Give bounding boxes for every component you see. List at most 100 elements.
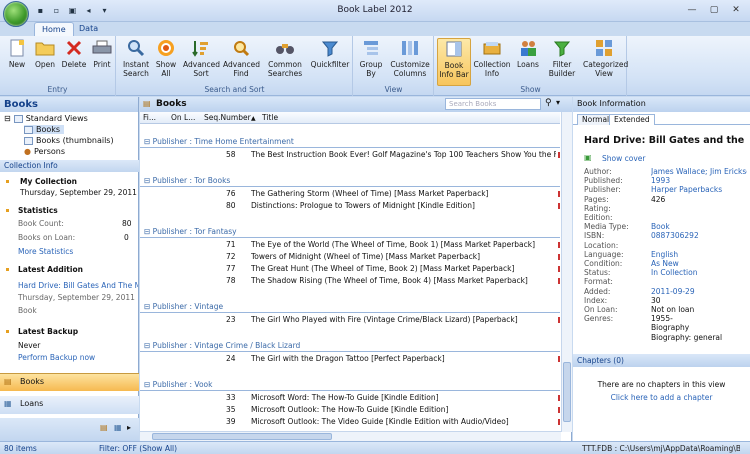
search-dropdown-icon[interactable]: ▾ (556, 98, 560, 107)
cover-icon: ▣ (584, 153, 592, 162)
show-cover-link[interactable]: Show cover (602, 154, 645, 163)
table-row[interactable]: 24 The Girl with the Dragon Tattoo [Perfe… (140, 354, 560, 365)
filter-builder-button[interactable]: Filter Builder (543, 38, 581, 86)
seq-number-cell: 23 (226, 315, 236, 324)
field-label: Publisher: (584, 185, 621, 195)
table-row[interactable]: 72 Towers of Midnight (Wheel of Time) [Ma… (140, 252, 560, 263)
status-bar: 80 items Filter: OFF (Show All) TTT.FDB … (0, 441, 750, 454)
table-row[interactable]: 80 Distinctions: Prologue to Towers of Mi… (140, 201, 560, 212)
nav-loans[interactable]: ▦ Loans (0, 396, 139, 414)
delete-button[interactable]: Delete (60, 38, 88, 86)
customize-columns-button[interactable]: Customize Columns (388, 38, 432, 86)
column-header-on-loan[interactable]: On L... (171, 113, 195, 122)
collapse-icon[interactable]: ⊟ (144, 380, 153, 389)
table-row[interactable]: 33 Microsoft Word: The How-To Guide [Kind… (140, 393, 560, 404)
tab-extended[interactable]: Extended (609, 114, 655, 125)
table-row[interactable]: 76 The Gathering Storm (Wheel of Time) [M… (140, 189, 560, 200)
group-entry: New Open Delete Print Entry (0, 36, 116, 96)
table-row[interactable]: 71 The Eye of the World (The Wheel of Tim… (140, 240, 560, 251)
collection-info-button[interactable]: Collection Info (473, 38, 511, 86)
open-button[interactable]: Open (32, 38, 58, 86)
field-value[interactable]: As New (651, 259, 679, 268)
quickfilter-button[interactable]: Quickfilter (309, 38, 351, 86)
tree-books[interactable]: Books (24, 125, 65, 134)
more-statistics-link[interactable]: More Statistics (18, 247, 73, 256)
tree-books-thumbnails[interactable]: Books (thumbnails) (24, 136, 114, 145)
categorized-view-button[interactable]: Categorized View (583, 38, 628, 86)
minimize-icon[interactable]: — (682, 2, 702, 17)
horizontal-scrollbar[interactable] (140, 431, 561, 441)
book-info-icon (443, 39, 465, 59)
field-value[interactable]: James Wallace; Jim Erickson (651, 167, 747, 176)
new-button[interactable]: New (4, 38, 30, 86)
field-value[interactable]: In Collection (651, 268, 697, 277)
field-value: Biography: general (651, 332, 723, 342)
field-value[interactable]: English (651, 250, 678, 259)
title-cell: Distinctions: Prologue to Towers of Midn… (251, 201, 475, 210)
tree-persons[interactable]: ● Persons (24, 147, 65, 156)
find-icon (230, 38, 252, 58)
open-label: Open (34, 60, 56, 69)
publisher-group-header[interactable]: ⊟ Publisher : Vook (144, 380, 212, 389)
collapse-icon[interactable]: ⊟ (4, 114, 11, 123)
field-value[interactable]: Harper Paperbacks (651, 185, 722, 194)
nav-books[interactable]: ▤ Books (0, 373, 139, 391)
collapse-icon[interactable]: ⊟ (144, 227, 153, 236)
field-value: Biography (651, 323, 690, 333)
horizontal-scroll-thumb[interactable] (152, 433, 332, 440)
add-chapter-link[interactable]: Click here to add a chapter (573, 393, 750, 402)
field-value[interactable]: 0887306292 (651, 231, 699, 240)
field-value[interactable]: 1993 (651, 176, 670, 185)
latest-addition-link[interactable]: Hard Drive: Bill Gates And The Making (18, 281, 138, 290)
nav-loans-small-icon[interactable]: ▦ (114, 423, 122, 432)
field-value: 30 (651, 295, 661, 305)
quickfilter-label: Quickfilter (310, 60, 350, 69)
field-value[interactable]: 2011-09-29 (651, 287, 695, 296)
column-header-title[interactable]: Title (262, 113, 278, 122)
title-cell: The Best Instruction Book Ever! Golf Mag… (251, 150, 556, 159)
nav-configure-icon[interactable]: ▸ (127, 423, 131, 432)
print-button[interactable]: Print (89, 38, 115, 86)
loans-button[interactable]: Loans (513, 38, 543, 86)
collapse-icon[interactable]: ⊟ (144, 137, 153, 146)
nav-books-small-icon[interactable]: ▤ (100, 423, 108, 432)
field-value[interactable]: Book (651, 222, 670, 231)
group-by-button[interactable]: Group By (356, 38, 386, 86)
show-all-button[interactable]: Show All (153, 38, 179, 86)
table-row[interactable]: 23 The Girl Who Played with Fire (Vintage… (140, 315, 560, 326)
publisher-group-header[interactable]: ⊟ Publisher : Time Home Entertainment (144, 137, 294, 146)
maximize-icon[interactable]: ▢ (704, 2, 724, 17)
publisher-group-header[interactable]: ⊟ Publisher : Vintage Crime / Black Liza… (144, 341, 300, 350)
publisher-group-header[interactable]: ⊟ Publisher : Tor Fantasy (144, 227, 237, 236)
collapse-icon[interactable]: ⊟ (144, 341, 153, 350)
tab-home[interactable]: Home (34, 22, 74, 36)
table-row[interactable]: 58 The Best Instruction Book Ever! Golf M… (140, 150, 560, 161)
group-divider (140, 351, 560, 352)
advanced-find-button[interactable]: Advanced Find (223, 38, 260, 86)
latest-addition-type: Book (18, 306, 37, 315)
collapse-icon[interactable]: ⊟ (144, 302, 153, 311)
vertical-scroll-thumb[interactable] (563, 362, 571, 422)
column-header-fi[interactable]: Fi... (143, 113, 156, 122)
collapse-icon[interactable]: ⊟ (144, 176, 153, 185)
common-searches-button[interactable]: Common Searches (265, 38, 305, 86)
table-row[interactable]: 77 The Great Hunt (The Wheel of Time, Boo… (140, 264, 560, 275)
search-icon[interactable]: ⚲ (545, 98, 552, 108)
search-input[interactable]: Search Books (445, 98, 541, 110)
column-header-seq-number[interactable]: Seq.Number (204, 113, 251, 122)
loans-label: Loans (517, 60, 539, 69)
publisher-group-header[interactable]: ⊟ Publisher : Tor Books (144, 176, 230, 185)
tab-data[interactable]: Data (72, 22, 105, 36)
table-row[interactable]: 35 Microsoft Outlook: The How-To Guide [K… (140, 405, 560, 416)
tree-standard-views[interactable]: ⊟ Standard Views (4, 114, 88, 123)
vertical-scrollbar[interactable] (561, 112, 572, 432)
table-row[interactable]: 78 The Shadow Rising (The Wheel of Time, … (140, 276, 560, 287)
close-icon[interactable]: ✕ (726, 2, 746, 17)
publisher-group-header[interactable]: ⊟ Publisher : Vintage (144, 302, 223, 311)
perform-backup-link[interactable]: Perform Backup now (18, 353, 95, 362)
field-value: 1955- (651, 314, 673, 324)
table-row[interactable]: 39 Microsoft Outlook: The Video Guide [Ki… (140, 417, 560, 428)
advanced-sort-button[interactable]: Advanced Sort (183, 38, 220, 86)
instant-search-button[interactable]: Instant Search (119, 38, 153, 86)
book-info-bar-button[interactable]: Book Info Bar (437, 38, 471, 86)
